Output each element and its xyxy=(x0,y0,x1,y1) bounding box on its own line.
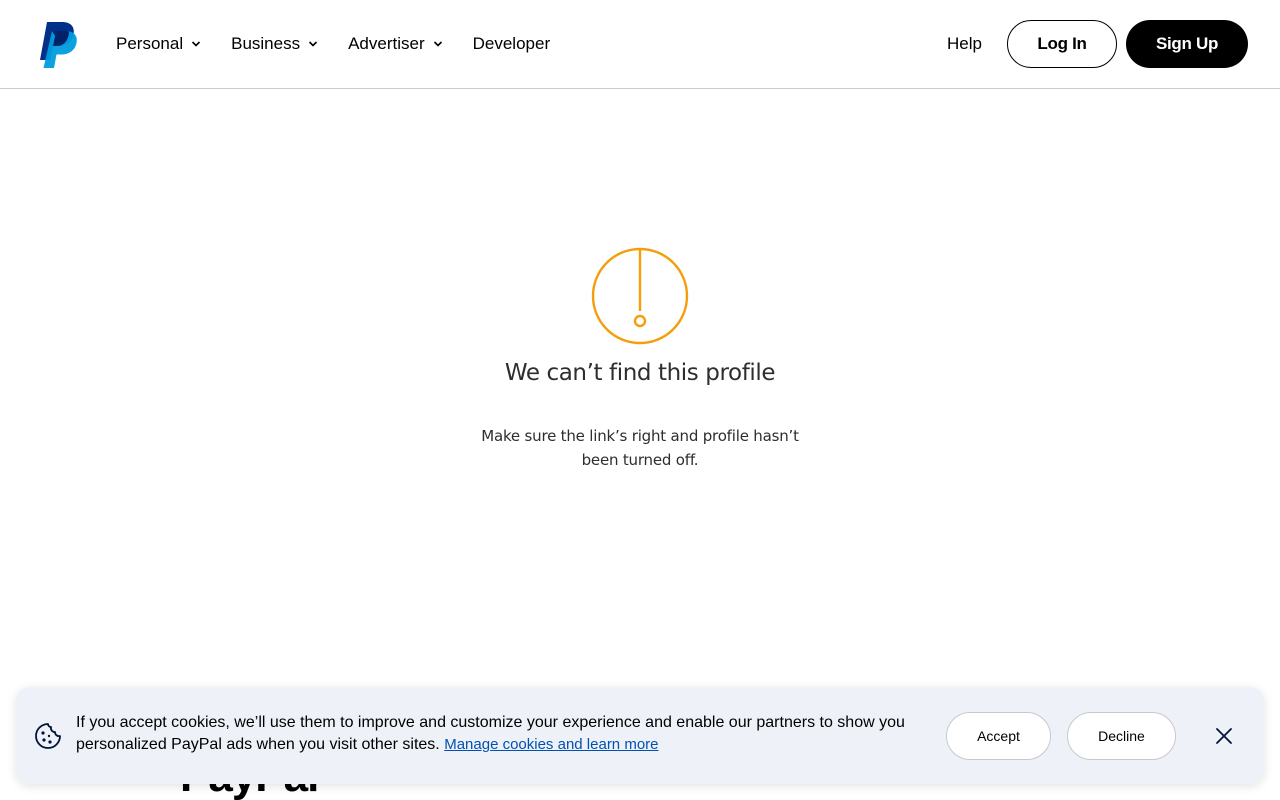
chevron-down-icon xyxy=(192,41,201,47)
close-icon[interactable] xyxy=(1212,724,1236,748)
nav-item-label: Personal xyxy=(116,34,184,53)
manage-cookies-link[interactable]: Manage cookies and learn more xyxy=(444,736,658,753)
help-link[interactable]: Help xyxy=(947,32,982,56)
decline-cookies-button[interactable]: Decline xyxy=(1067,712,1176,760)
log-in-button[interactable]: Log In xyxy=(1007,20,1117,68)
cookie-banner: If you accept cookies, we’ll use them to… xyxy=(16,687,1264,784)
primary-nav: Personal Business Advertiser Developer xyxy=(116,0,580,88)
chevron-down-icon xyxy=(433,41,442,47)
nav-item-label: Business xyxy=(231,34,301,53)
nav-item-developer[interactable]: Developer xyxy=(473,0,551,88)
nav-item-advertiser[interactable]: Advertiser xyxy=(348,0,443,88)
sign-up-button[interactable]: Sign Up xyxy=(1126,20,1248,68)
nav-item-label: Developer xyxy=(472,34,551,53)
nav-item-label: Advertiser xyxy=(348,34,425,53)
page-subtitle: Make sure the link’s right and profile h… xyxy=(481,427,799,469)
cookie-message: If you accept cookies, we’ll use them to… xyxy=(76,712,916,756)
chevron-down-icon xyxy=(309,41,318,47)
page-title: We can’t find this profile xyxy=(504,360,776,386)
alert-exclamation-icon xyxy=(591,247,689,345)
nav-item-business[interactable]: Business xyxy=(231,0,318,88)
site-header: Personal Business Advertiser Developer H… xyxy=(0,0,1280,89)
paypal-logo-icon[interactable] xyxy=(38,22,78,69)
accept-cookies-button[interactable]: Accept xyxy=(946,712,1051,760)
nav-item-personal[interactable]: Personal xyxy=(116,0,201,88)
cookie-icon xyxy=(35,723,61,749)
